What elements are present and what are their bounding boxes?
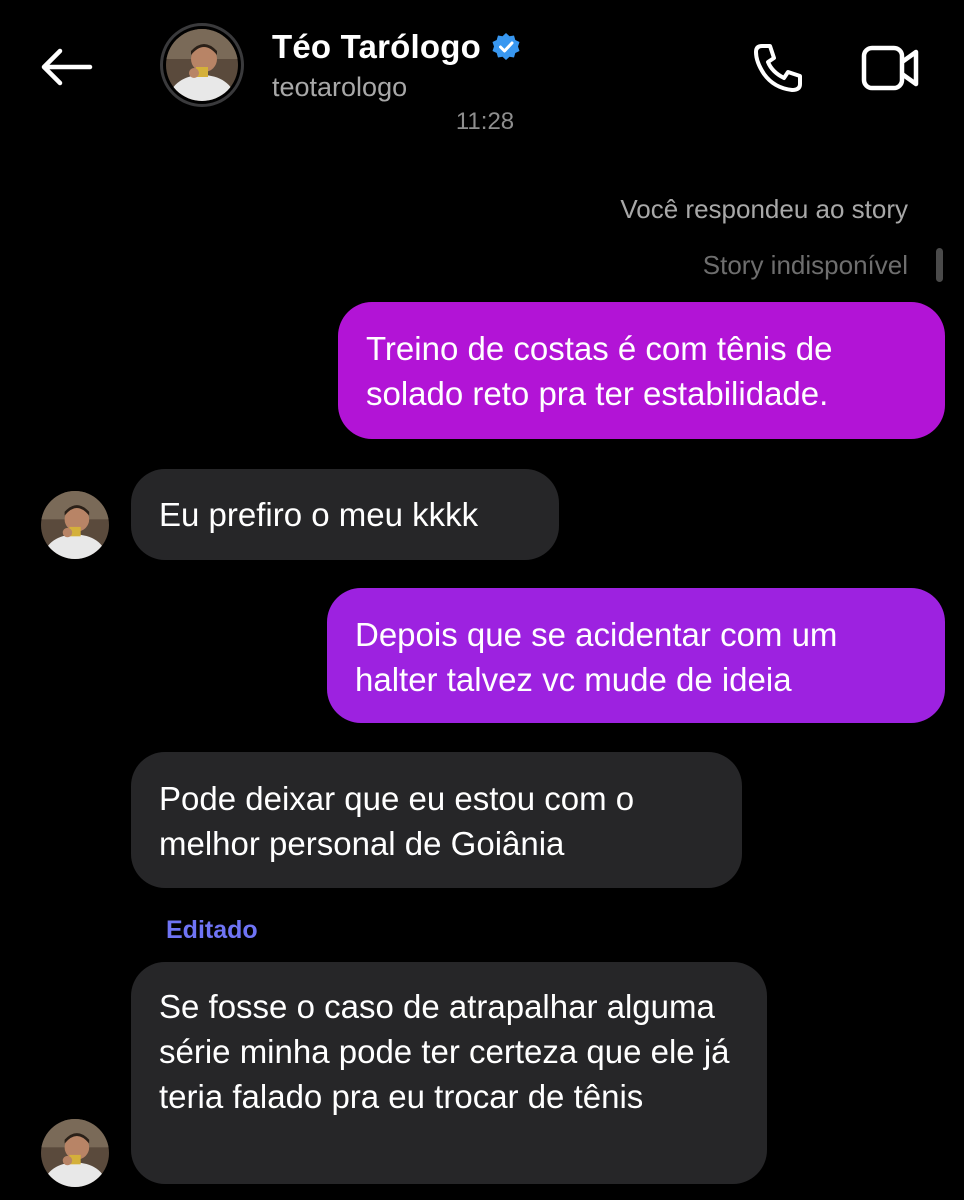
call-button[interactable] bbox=[748, 38, 808, 98]
video-camera-icon bbox=[861, 45, 919, 91]
incoming-message[interactable]: Se fosse o caso de atrapalhar alguma sér… bbox=[131, 962, 767, 1184]
contact-avatar[interactable] bbox=[160, 23, 244, 107]
contact-name[interactable]: Téo Tarólogo bbox=[272, 28, 521, 66]
sender-avatar[interactable] bbox=[41, 491, 109, 559]
message-timestamp: 11:28 bbox=[455, 108, 515, 130]
sender-avatar[interactable] bbox=[41, 1119, 109, 1187]
edited-label: Editado bbox=[166, 916, 258, 944]
incoming-message[interactable]: Eu prefiro o meu kkkk bbox=[131, 469, 559, 560]
contact-name-text: Téo Tarólogo bbox=[272, 28, 481, 65]
arrow-left-icon bbox=[41, 48, 93, 86]
incoming-message[interactable]: Pode deixar que eu estou com o melhor pe… bbox=[131, 752, 742, 888]
verified-badge-icon bbox=[492, 33, 520, 60]
video-call-button[interactable] bbox=[858, 40, 922, 96]
phone-icon bbox=[754, 44, 802, 92]
story-reply-note: Você respondeu ao story bbox=[620, 194, 908, 224]
story-reply-indicator bbox=[936, 248, 943, 282]
outgoing-message[interactable]: Treino de costas é com tênis de solado r… bbox=[338, 302, 945, 439]
back-button[interactable] bbox=[34, 40, 98, 94]
contact-handle: teotarologo bbox=[272, 72, 408, 102]
outgoing-message[interactable]: Depois que se acidentar com um halter ta… bbox=[327, 588, 945, 723]
story-status: Story indisponível bbox=[702, 250, 908, 280]
avatar-photo bbox=[166, 29, 238, 101]
